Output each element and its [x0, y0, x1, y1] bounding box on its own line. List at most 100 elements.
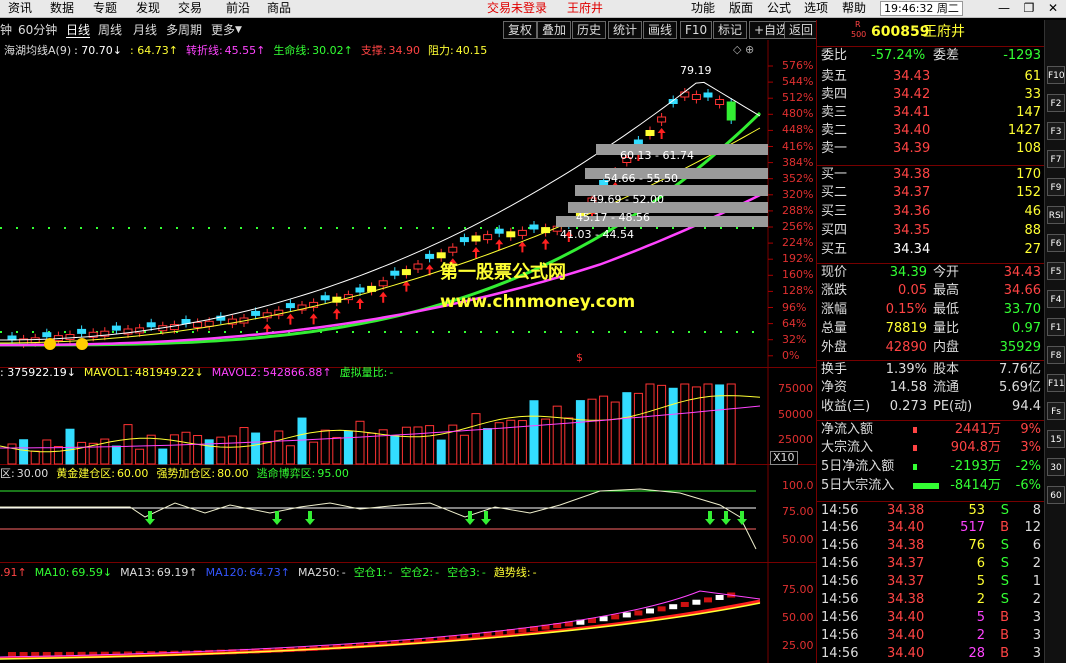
- adjust-button[interactable]: 复权: [503, 21, 538, 39]
- sidebar-tool-button[interactable]: F1: [1047, 318, 1065, 336]
- y-tick-label: 480%: [782, 107, 814, 121]
- clock: 19:46:32 周二: [880, 1, 963, 16]
- sidebar-tool-button[interactable]: F10: [1047, 66, 1065, 84]
- indicator-label: 虚拟量比:: [339, 366, 388, 379]
- statistics-button[interactable]: 统计: [608, 21, 643, 39]
- menu-item-options[interactable]: 选项: [804, 0, 828, 18]
- candle: [448, 246, 458, 253]
- sidebar-tool-button[interactable]: F6: [1047, 234, 1065, 252]
- draw-line-button[interactable]: 画线: [643, 21, 678, 39]
- ma-candle: [611, 614, 620, 620]
- minimize-icon[interactable]: —: [995, 1, 1013, 17]
- indicator-value: -: [389, 366, 394, 379]
- stat2-row: 换手 1.39% 股本 7.76亿: [817, 360, 1045, 378]
- back-button[interactable]: 返回: [784, 21, 819, 39]
- stat-value: 78819: [885, 321, 927, 336]
- menu-item-frontier[interactable]: 前沿: [226, 0, 250, 18]
- tick-side: S: [1000, 503, 1009, 518]
- volume-bar: [552, 405, 562, 465]
- volume-bar: [483, 428, 493, 465]
- stat-value: 0.97: [1012, 321, 1041, 336]
- stat-label: 涨跌: [821, 283, 848, 298]
- price-annotation: 54.66 - 55.50: [604, 172, 678, 185]
- tab-weekly[interactable]: 周线: [98, 22, 122, 38]
- menu-item-trade[interactable]: 交易: [178, 0, 202, 18]
- main-chart[interactable]: 海湖均线A(9): 70.70↓: 64.73↑ 转折线: 45.55↑ 生命线: 30…: [0, 40, 816, 368]
- buy-arrow: [356, 298, 364, 309]
- ask-volume: 61: [1024, 69, 1041, 84]
- volume-chart[interactable]: : 375922.19↓ MAVOL1: 481949.22↓ MAVOL2: 5428…: [0, 365, 816, 465]
- chart-options-icons[interactable]: ◇ ⊕: [733, 43, 754, 56]
- restore-icon[interactable]: ❐: [1020, 1, 1038, 17]
- tick-price: 34.40: [887, 610, 925, 625]
- indicator-value: 30.02↑: [312, 44, 353, 57]
- volume-bar: [401, 426, 411, 465]
- candle: [691, 94, 701, 100]
- menu-item-topics[interactable]: 专题: [93, 0, 117, 18]
- sidebar-tool-button[interactable]: F8: [1047, 346, 1065, 364]
- sidebar-tool-button[interactable]: F9: [1047, 178, 1065, 196]
- menu-item-discover[interactable]: 发现: [136, 0, 160, 18]
- stat-label: 换手: [821, 362, 848, 377]
- candle: [111, 325, 121, 331]
- tab-multi-period[interactable]: 多周期: [166, 22, 202, 38]
- bid-price: 34.38: [893, 167, 931, 182]
- volume-bar: [65, 428, 75, 465]
- tab-minute[interactable]: 钟: [0, 22, 12, 38]
- tab-60min[interactable]: 60分钟: [18, 22, 57, 38]
- sell-arrow: [272, 511, 282, 525]
- bid-volume: 46: [1024, 204, 1041, 219]
- stat-value: 0.273: [889, 399, 927, 414]
- candle: [425, 253, 435, 259]
- menu-item-help[interactable]: 帮助: [842, 0, 866, 18]
- menu-item-layout[interactable]: 版面: [729, 0, 753, 18]
- tab-more[interactable]: 更多: [211, 22, 235, 38]
- volume-header: : 375922.19↓ MAVOL1: 481949.22↓ MAVOL2: 5428…: [0, 365, 401, 381]
- login-status[interactable]: 交易未登录: [487, 0, 547, 18]
- history-button[interactable]: 历史: [572, 21, 607, 39]
- y-tick-label: 320%: [782, 187, 814, 201]
- sidebar-tool-button[interactable]: RSI: [1047, 206, 1065, 224]
- sidebar-tool-button[interactable]: Fs: [1047, 402, 1065, 420]
- f10-button[interactable]: F10: [680, 21, 713, 39]
- sidebar-tool-button[interactable]: F5: [1047, 262, 1065, 280]
- mark-button[interactable]: 标记: [713, 21, 748, 39]
- indicator-value: : 64.73↑: [130, 44, 178, 57]
- flow-percent: 9%: [1020, 422, 1041, 437]
- menu-item-news[interactable]: 资讯: [8, 0, 32, 18]
- oscillator-chart[interactable]: 区: 30.00 黄金建仓区: 60.00 强势加仓区: 80.00 逃命博弈区: 95.00…: [0, 465, 816, 563]
- tab-daily[interactable]: 日线: [66, 22, 91, 38]
- indicator-label: 黄金建仓区:: [56, 467, 115, 480]
- tick-volume: 28: [968, 646, 985, 661]
- sell-arrow: [481, 511, 491, 525]
- sidebar-tool-button[interactable]: 30: [1047, 458, 1065, 476]
- stat-label: 涨幅: [821, 302, 848, 317]
- watermark-url: www.chnmoney.com: [440, 292, 636, 312]
- indicator-value: 30.00: [16, 467, 49, 480]
- stat-label: PE(动): [933, 399, 973, 414]
- menu-item-function[interactable]: 功能: [691, 0, 715, 18]
- menu-item-commodity[interactable]: 商品: [267, 0, 291, 18]
- sidebar-tool-button[interactable]: F3: [1047, 122, 1065, 140]
- sidebar-tool-button[interactable]: F11: [1047, 374, 1065, 392]
- ask-label: 卖二: [821, 123, 848, 138]
- sidebar-tool-button[interactable]: 60: [1047, 486, 1065, 504]
- oscillator-header: 区: 30.00 黄金建仓区: 60.00 强势加仓区: 80.00 逃命博弈区: 95.00: [0, 466, 357, 482]
- close-icon[interactable]: ✕: [1044, 1, 1062, 17]
- ask-row: 卖五 34.43 61: [817, 68, 1045, 86]
- sidebar-tool-button[interactable]: F2: [1047, 94, 1065, 112]
- overlay-button[interactable]: 叠加: [537, 21, 572, 39]
- sidebar-tool-button[interactable]: F4: [1047, 290, 1065, 308]
- tab-monthly[interactable]: 月线: [133, 22, 157, 38]
- menu-item-data[interactable]: 数据: [50, 0, 74, 18]
- chevron-down-icon[interactable]: ▼: [235, 22, 242, 38]
- candle: [715, 99, 725, 105]
- sidebar-tool-button[interactable]: 15: [1047, 430, 1065, 448]
- sidebar-tool-button[interactable]: F7: [1047, 150, 1065, 168]
- indicator-label: MA10:: [34, 566, 70, 579]
- menu-item-formula[interactable]: 公式: [767, 0, 791, 18]
- ma-chart[interactable]: .91↑ MA10: 69.59↓ MA13: 69.19↑ MA120: 64.73↑ MA…: [0, 563, 816, 663]
- candle: [320, 295, 330, 301]
- ma-candle: [622, 612, 631, 618]
- indicator-label: 趋势线:: [493, 566, 531, 579]
